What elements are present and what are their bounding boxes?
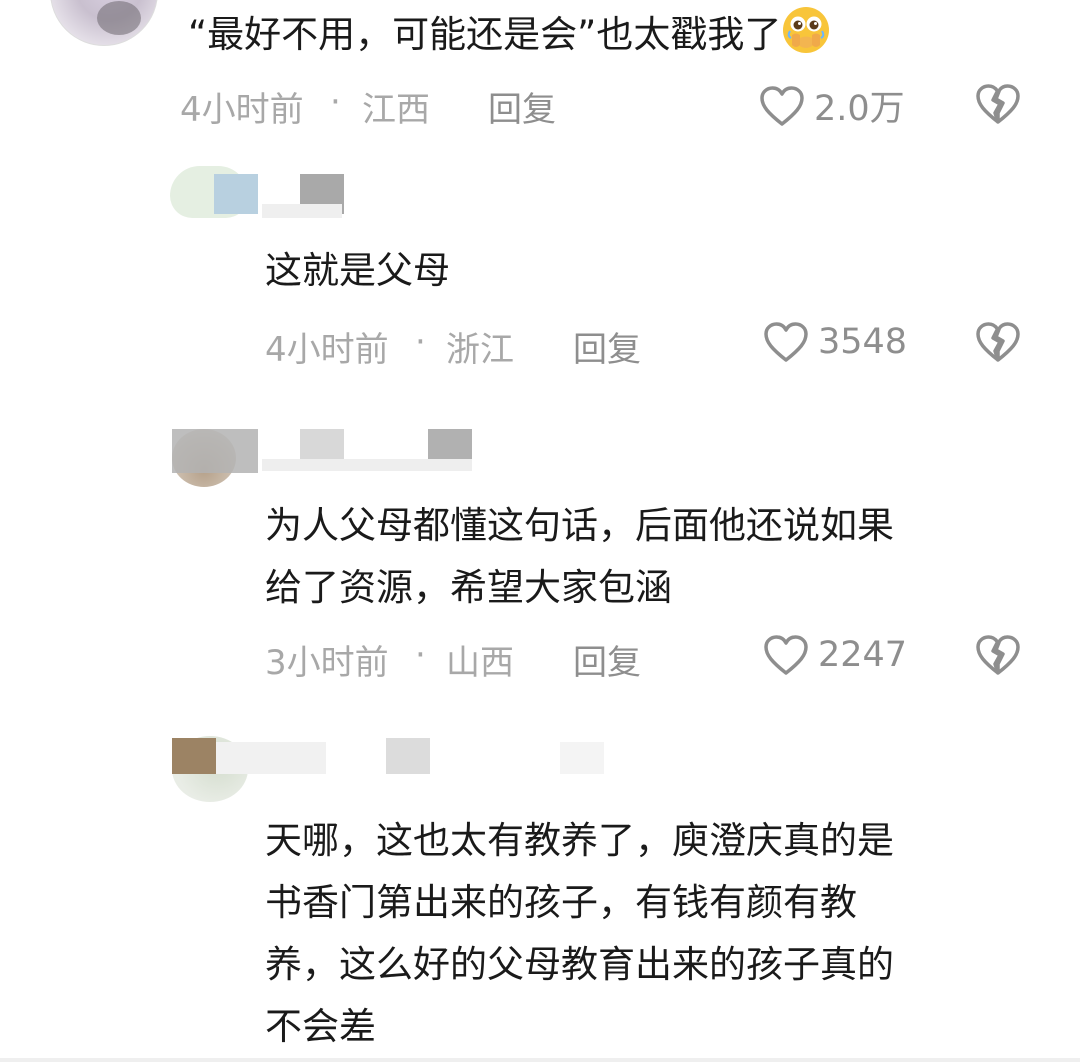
- comment-text: 这就是父母: [265, 249, 450, 292]
- like-button[interactable]: 2247: [762, 633, 907, 677]
- comment-text-line: 不会差: [265, 1005, 376, 1048]
- like-count: 3548: [818, 322, 908, 362]
- like-count: 2.0万: [814, 89, 905, 129]
- dislike-button[interactable]: [974, 320, 1022, 364]
- broken-heart-icon: [974, 82, 1022, 126]
- username-blurred: [216, 742, 326, 774]
- comment-text: “最好不用，可能还是会”也太戳我了: [188, 4, 831, 66]
- like-button[interactable]: 2.0万: [758, 80, 905, 131]
- username-blurred: [214, 174, 258, 214]
- avatar[interactable]: [50, 0, 158, 46]
- comment-time: 4小时前: [265, 330, 389, 370]
- comment-item: 为人父母都懂这句话，后面他还说如果 给了资源，希望大家包涵 3小时前 · 山西 …: [0, 425, 1080, 705]
- reply-button[interactable]: 回复: [488, 82, 556, 131]
- comment-item: “最好不用，可能还是会”也太戳我了 4小时前 · 江西 回复 2.0万: [0, 0, 1080, 150]
- heart-outline-icon: [758, 84, 806, 128]
- meta-separator: ·: [415, 635, 426, 675]
- comment-text-line: 书香门第出来的孩子，有钱有颜有教: [265, 881, 857, 924]
- reply-button[interactable]: 回复: [573, 635, 641, 684]
- username-blurred: [560, 742, 604, 774]
- comment-text: 天哪，这也太有教养了，庾澄庆真的是 书香门第出来的孩子，有钱有颜有教 养，这么好…: [265, 810, 894, 1058]
- reply-button[interactable]: 回复: [573, 322, 641, 371]
- comment-item: 这就是父母 4小时前 · 浙江 回复 3548: [0, 160, 1080, 380]
- heart-outline-icon: [762, 320, 810, 364]
- comment-location: 江西: [362, 90, 430, 130]
- dislike-button[interactable]: [974, 633, 1022, 677]
- comment-text-line: 养，这么好的父母教育出来的孩子真的: [265, 943, 894, 986]
- covering-mouth-teary-emoji-icon: [781, 5, 831, 55]
- username-blurred: [262, 204, 342, 218]
- comment-text-line: 给了资源，希望大家包涵: [265, 566, 672, 609]
- comment-text: 为人父母都懂这句话，后面他还说如果 给了资源，希望大家包涵: [265, 495, 894, 619]
- comment-time: 4小时前: [180, 90, 304, 130]
- comment-text-line: 为人父母都懂这句话，后面他还说如果: [265, 504, 894, 547]
- broken-heart-icon: [974, 633, 1022, 677]
- divider: [0, 1058, 1080, 1062]
- comment-location: 浙江: [446, 330, 514, 370]
- like-button[interactable]: 3548: [762, 320, 907, 364]
- dislike-button[interactable]: [974, 82, 1022, 126]
- username-blurred: [172, 429, 258, 473]
- like-count: 2247: [818, 635, 908, 675]
- comment-location: 山西: [446, 643, 514, 683]
- username-blurred: [172, 738, 216, 774]
- comment-item: 天哪，这也太有教养了，庾澄庆真的是 书香门第出来的孩子，有钱有颜有教 养，这么好…: [0, 730, 1080, 1060]
- username-blurred: [262, 459, 472, 471]
- comment-time: 3小时前: [265, 643, 389, 683]
- comment-text-line: 天哪，这也太有教养了，庾澄庆真的是: [265, 819, 894, 862]
- heart-outline-icon: [762, 633, 810, 677]
- meta-separator: ·: [330, 82, 341, 122]
- meta-separator: ·: [415, 322, 426, 362]
- broken-heart-icon: [974, 320, 1022, 364]
- username-blurred: [386, 738, 430, 774]
